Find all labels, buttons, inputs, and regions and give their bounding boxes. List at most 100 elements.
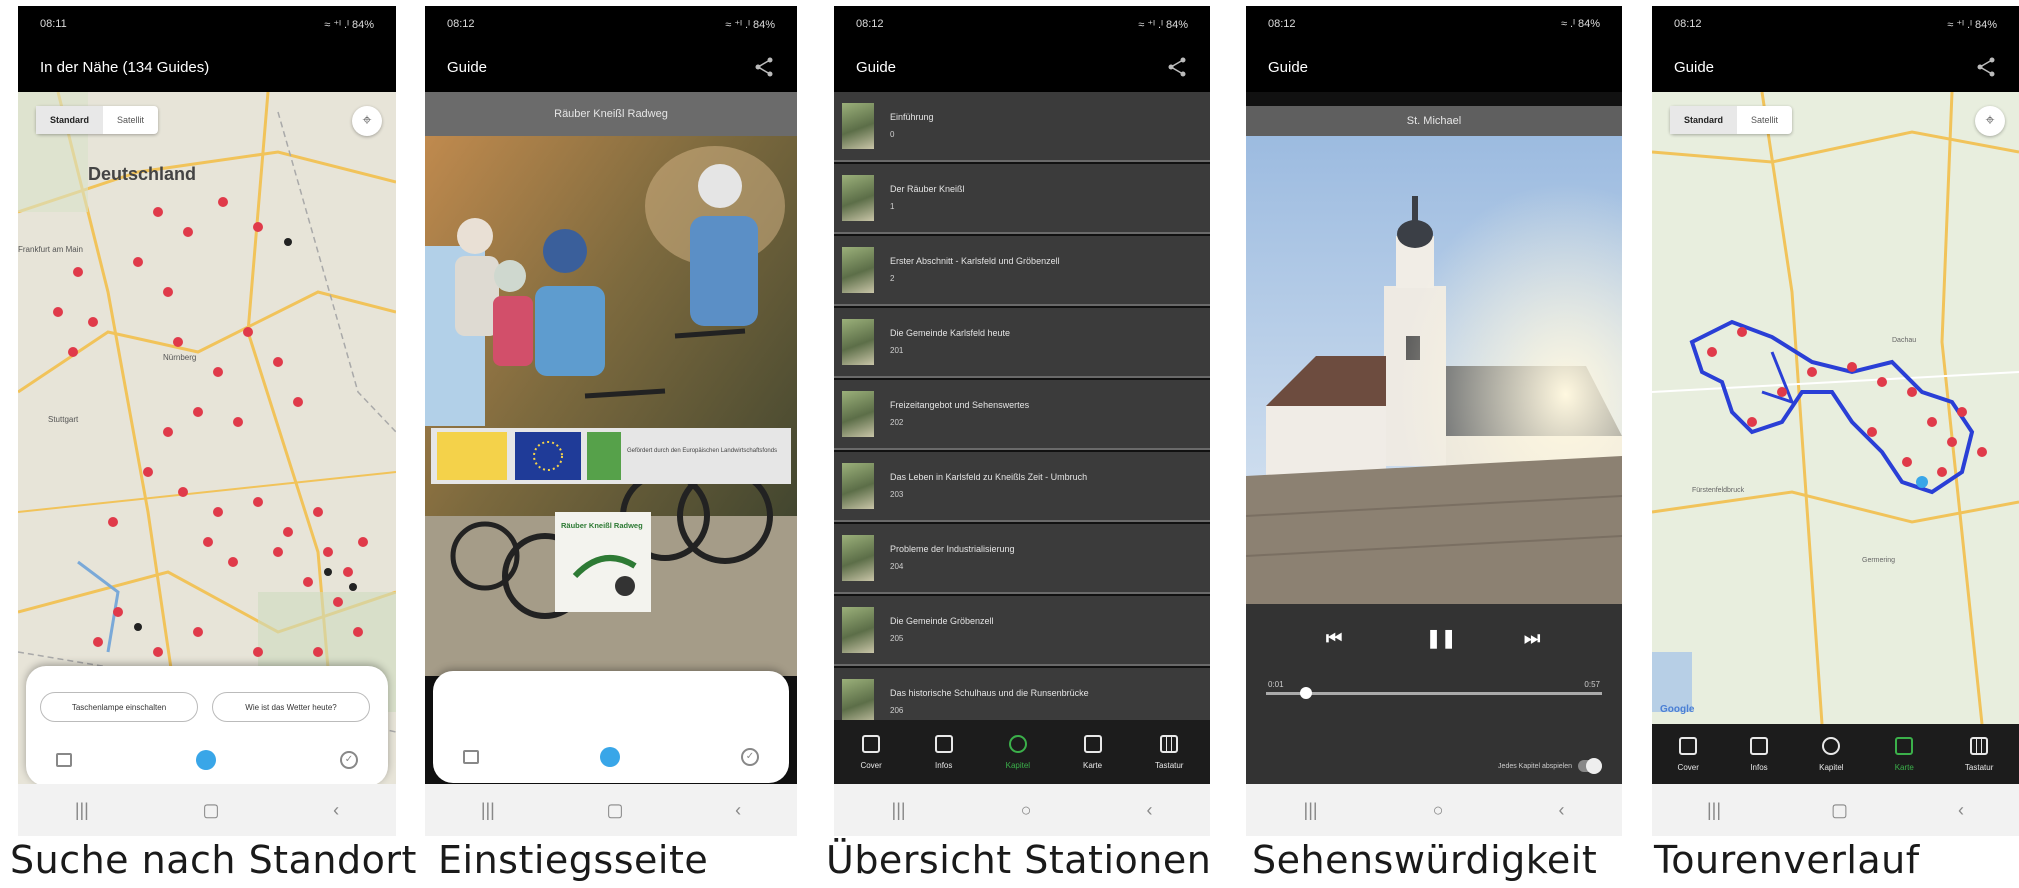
station-number: 1 <box>890 202 895 211</box>
app-bar: Guide <box>834 42 1210 92</box>
list-item[interactable]: Probleme der Industrialisierung 204 <box>834 524 1210 594</box>
chip-flashlight[interactable]: Taschenlampe einschalten <box>40 692 198 722</box>
tab-kapitel[interactable]: Kapitel <box>1006 734 1030 770</box>
status-time: 08:11 <box>40 18 67 30</box>
tab-label: Cover <box>1677 762 1699 772</box>
station-number: 203 <box>890 490 904 499</box>
back-icon[interactable]: ‹ <box>735 800 741 821</box>
map-label-frankfurt: Frankfurt am Main <box>18 245 83 254</box>
tab-karte[interactable]: Karte <box>1895 736 1914 772</box>
tab-cover[interactable]: Cover <box>1677 736 1699 772</box>
station-thumbnail <box>842 319 874 365</box>
map-icon <box>1895 736 1914 755</box>
map-satellite-button[interactable]: Satellit <box>103 106 158 134</box>
leader-text: Gefördert durch den Europäischen Landwir… <box>627 448 777 454</box>
status-icons: ≈ ⁺ᴵ .ᴵ 84% <box>1947 18 1997 31</box>
home-icon[interactable]: ○ <box>1433 800 1444 821</box>
route-map[interactable]: Fürstenfeldbruck Dachau Germering Google… <box>1652 92 2019 724</box>
bottom-tab-bar: Cover Infos Kapitel Karte Tastatur <box>1652 724 2019 784</box>
tab-tastatur[interactable]: Tastatur <box>1155 734 1183 770</box>
share-icon[interactable] <box>1166 56 1188 78</box>
map-type-toggle: Standard Satellit <box>1670 106 1793 134</box>
crosshair-icon: ⌖ <box>1985 112 1995 129</box>
page-title: Guide <box>447 58 488 76</box>
chip-weather[interactable]: Wie ist das Wetter heute? <box>212 692 370 722</box>
tab-label: Infos <box>1750 762 1768 772</box>
tab-infos[interactable]: Infos <box>1750 736 1768 772</box>
station-thumbnail <box>842 535 874 581</box>
recent-apps-icon[interactable]: ||| <box>1304 800 1318 821</box>
home-icon[interactable]: ▢ <box>1831 800 1848 821</box>
list-item[interactable]: Erster Abschnitt - Karlsfeld und Gröbenz… <box>834 236 1210 306</box>
list-item[interactable]: Der Räuber Kneißl 1 <box>834 164 1210 234</box>
keyboard-icon[interactable] <box>463 750 479 764</box>
back-icon[interactable]: ‹ <box>1146 800 1152 821</box>
recent-apps-icon[interactable]: ||| <box>481 800 495 821</box>
church-image <box>1246 136 1622 606</box>
status-time: 08:12 <box>1268 18 1296 30</box>
tab-cover[interactable]: Cover <box>860 734 882 770</box>
next-button[interactable]: ⏭ <box>1524 628 1540 649</box>
assistant-icon[interactable] <box>196 750 216 770</box>
back-icon[interactable]: ‹ <box>1558 800 1564 821</box>
map-label-nuernberg: Nürnberg <box>163 353 196 362</box>
list-item[interactable]: Das Leben in Karlsfeld zu Kneißls Zeit -… <box>834 452 1210 522</box>
recent-apps-icon[interactable]: ||| <box>75 800 89 821</box>
back-icon[interactable]: ‹ <box>333 800 339 821</box>
autoplay-label: Jedes Kapitel abspielen <box>1498 763 1572 770</box>
previous-button[interactable]: ⏮ <box>1326 628 1342 649</box>
home-icon[interactable]: ○ <box>1021 800 1032 821</box>
tab-tastatur[interactable]: Tastatur <box>1965 736 1993 772</box>
phone-sight-detail: 08:12 ≈ .ᴵ 84% Guide St. Michael ⏮ ❚❚ ⏭ … <box>1246 6 1622 836</box>
station-thumbnail <box>842 103 874 149</box>
seek-bar[interactable] <box>1266 692 1602 695</box>
seek-handle[interactable] <box>1300 687 1313 699</box>
tab-infos[interactable]: Infos <box>934 734 953 770</box>
tab-label: Karte <box>1082 760 1103 770</box>
pause-button[interactable]: ❚❚ <box>1426 628 1456 649</box>
station-banner: St. Michael <box>1246 106 1622 136</box>
back-icon[interactable]: ‹ <box>1958 800 1964 821</box>
lens-icon[interactable]: ✓ <box>741 748 759 766</box>
share-icon[interactable] <box>1975 56 1997 78</box>
list-item[interactable]: Einführung 0 <box>834 92 1210 162</box>
station-thumbnail <box>842 247 874 293</box>
system-nav-bar: ||| ○ ‹ <box>1246 784 1622 836</box>
keypad-icon <box>1970 736 1989 755</box>
station-number: 201 <box>890 346 904 355</box>
list-item[interactable]: Freizeitangebot und Sehenswertes 202 <box>834 380 1210 450</box>
sheet-icons: ✓ <box>26 750 388 770</box>
share-icon[interactable] <box>753 56 775 78</box>
status-time: 08:12 <box>1674 18 1702 30</box>
chapter-icon <box>1822 736 1841 755</box>
station-thumbnail <box>842 175 874 221</box>
tab-kapitel[interactable]: Kapitel <box>1819 736 1844 772</box>
map-standard-button[interactable]: Standard <box>1670 106 1738 134</box>
my-location-button[interactable]: ⌖ <box>352 106 382 136</box>
autoplay-toggle[interactable] <box>1578 758 1602 774</box>
assistant-sheet: Taschenlampe einschalten Wie ist das Wet… <box>26 666 388 786</box>
home-icon[interactable]: ▢ <box>606 800 623 821</box>
list-item[interactable]: Die Gemeinde Karlsfeld heute 201 <box>834 308 1210 378</box>
phone-search-location: 08:11 ≈ ⁺ᴵ .ᴵ 84% In der Nähe (134 Guide… <box>18 6 396 836</box>
map-label-country: Deutschland <box>88 164 196 184</box>
my-location-button[interactable]: ⌖ <box>1975 106 2005 136</box>
home-icon[interactable]: ▢ <box>202 800 219 821</box>
recent-apps-icon[interactable]: ||| <box>892 800 906 821</box>
recent-apps-icon[interactable]: ||| <box>1707 800 1721 821</box>
lens-icon[interactable]: ✓ <box>340 751 358 769</box>
map-standard-button[interactable]: Standard <box>36 106 104 134</box>
status-icons: ≈ ⁺ᴵ .ᴵ 84% <box>1138 18 1188 31</box>
map-place-label: Dachau <box>1892 337 1916 344</box>
station-title: Freizeitangebot und Sehenswertes <box>890 400 1030 410</box>
tab-karte[interactable]: Karte <box>1082 734 1103 770</box>
screenshot-collage: 08:11 ≈ ⁺ᴵ .ᴵ 84% In der Nähe (134 Guide… <box>0 0 2019 888</box>
status-icons: ≈ .ᴵ 84% <box>1560 18 1600 30</box>
list-item[interactable]: Die Gemeinde Gröbenzell 205 <box>834 596 1210 666</box>
map-satellite-button[interactable]: Satellit <box>1737 106 1792 134</box>
station-thumbnail <box>842 607 874 653</box>
assistant-icon[interactable] <box>600 747 620 767</box>
system-nav-bar: ||| ▢ ‹ <box>18 784 396 836</box>
status-time: 08:12 <box>447 18 475 30</box>
keyboard-icon[interactable] <box>56 753 72 767</box>
